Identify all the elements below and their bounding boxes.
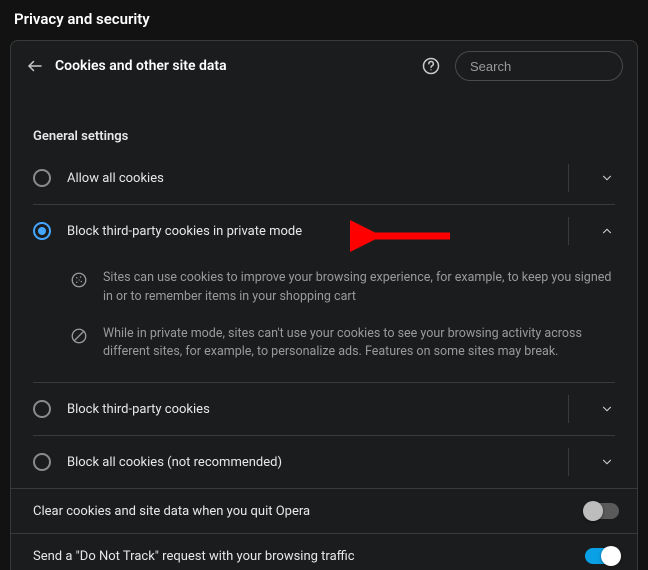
toggle-row-clear-on-quit: Clear cookies and site data when you qui… <box>11 488 637 533</box>
toggle-switch[interactable] <box>585 503 619 519</box>
radio-label: Allow all cookies <box>67 171 552 186</box>
radio-label: Block third-party cookies <box>67 402 552 417</box>
radio-option-allow-all[interactable]: Allow all cookies <box>11 152 637 204</box>
expand-button[interactable] <box>585 402 629 416</box>
card-header: Cookies and other site data <box>11 41 637 89</box>
divider-vertical <box>568 448 569 476</box>
info-text: While in private mode, sites can't use y… <box>103 325 615 363</box>
radio-icon <box>33 169 51 187</box>
back-arrow-icon[interactable] <box>25 56 45 76</box>
info-item: Sites can use cookies to improve your br… <box>33 261 615 317</box>
toggle-switch[interactable] <box>585 548 619 564</box>
expand-button[interactable] <box>585 455 629 469</box>
radio-option-block-3p-private[interactable]: Block third-party cookies in private mod… <box>11 205 637 257</box>
section-title: General settings <box>11 89 637 152</box>
divider-vertical <box>568 395 569 423</box>
radio-label: Block third-party cookies in private mod… <box>67 224 552 239</box>
help-icon[interactable] <box>417 52 445 80</box>
chevron-up-icon <box>600 224 614 238</box>
chevron-down-icon <box>600 455 614 469</box>
search-field[interactable] <box>455 51 623 81</box>
chevron-down-icon <box>600 171 614 185</box>
chevron-down-icon <box>600 402 614 416</box>
info-text: Sites can use cookies to improve your br… <box>103 269 615 307</box>
radio-option-block-3p[interactable]: Block third-party cookies <box>11 383 637 435</box>
card-title: Cookies and other site data <box>55 58 407 74</box>
page-title: Privacy and security <box>0 0 648 40</box>
settings-card: Cookies and other site data General sett… <box>10 40 638 570</box>
radio-icon <box>33 400 51 418</box>
radio-icon <box>33 222 51 240</box>
radio-label: Block all cookies (not recommended) <box>67 455 552 470</box>
expand-button[interactable] <box>585 171 629 185</box>
cookie-icon <box>69 270 89 290</box>
block-icon <box>69 326 89 346</box>
toggle-row-do-not-track: Send a "Do Not Track" request with your … <box>11 533 637 570</box>
toggle-label: Clear cookies and site data when you qui… <box>33 504 573 519</box>
radio-icon <box>33 453 51 471</box>
option-details: Sites can use cookies to improve your br… <box>11 257 637 382</box>
radio-option-block-all[interactable]: Block all cookies (not recommended) <box>11 436 637 488</box>
collapse-button[interactable] <box>585 224 629 238</box>
divider-vertical <box>568 217 569 245</box>
info-item: While in private mode, sites can't use y… <box>33 317 615 373</box>
divider-vertical <box>568 164 569 192</box>
toggle-label: Send a "Do Not Track" request with your … <box>33 549 573 564</box>
search-input[interactable] <box>470 59 638 74</box>
